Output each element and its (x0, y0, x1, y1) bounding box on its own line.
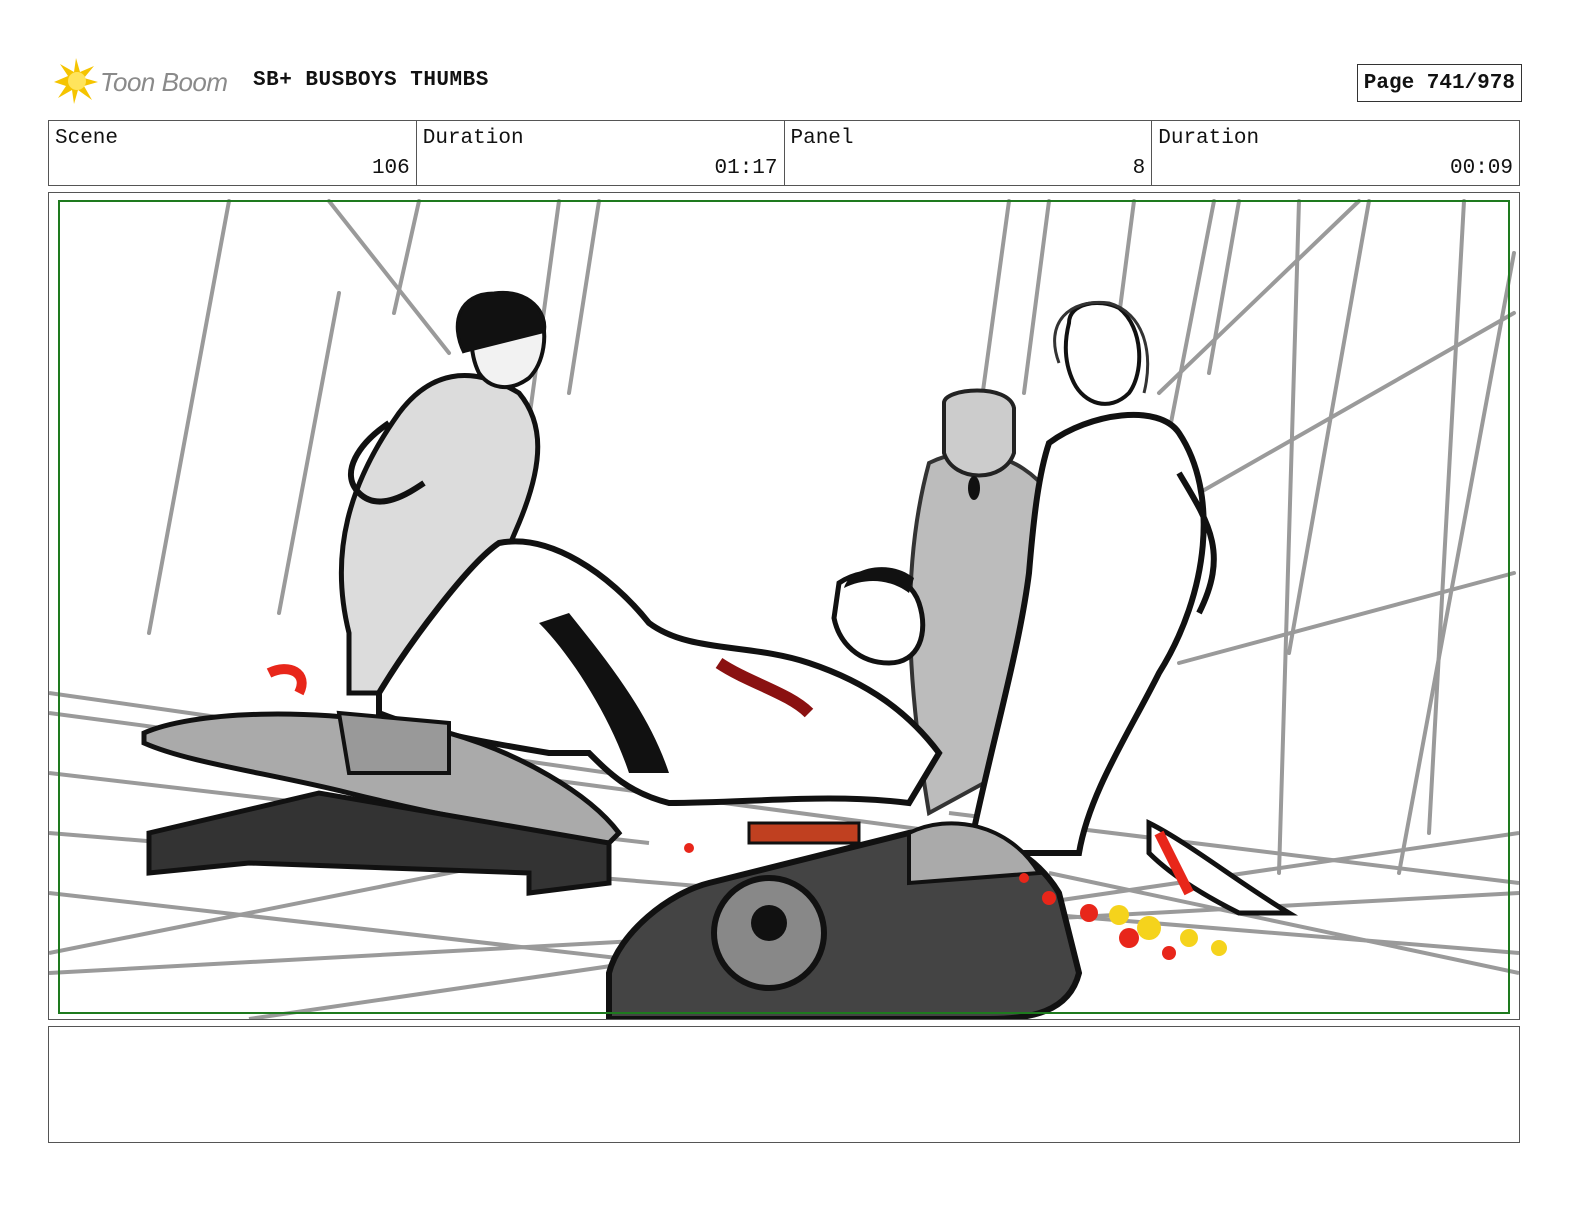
toon-boom-logo: Toon Boom (50, 56, 228, 108)
panel-sketch (49, 199, 1519, 1019)
panel-duration-cell: Duration 00:09 (1152, 121, 1519, 185)
logo-text: Toon Boom (100, 66, 228, 97)
scene-label: Scene (55, 127, 119, 150)
panel-cell: Panel 8 (785, 121, 1153, 185)
panel-value: 8 (1132, 157, 1146, 180)
scene-duration-value: 01:17 (714, 157, 778, 180)
panel-duration-label: Duration (1158, 127, 1260, 150)
project-title: SB+ BUSBOYS THUMBS (253, 69, 489, 92)
scene-duration-cell: Duration 01:17 (417, 121, 785, 185)
panel-label: Panel (790, 127, 854, 150)
scene-info-table: Scene 106 Duration 01:17 Panel 8 Duratio… (48, 120, 1520, 186)
scene-cell: Scene 106 (49, 121, 417, 185)
panel-notes-box (48, 1026, 1520, 1143)
scene-duration-label: Duration (422, 127, 524, 150)
page-header: Toon Boom SB+ BUSBOYS THUMBS Page 741/97… (50, 56, 1522, 108)
comet-logo-icon (54, 58, 98, 104)
panel-duration-value: 00:09 (1449, 157, 1513, 180)
storyboard-panel (48, 192, 1520, 1020)
foreground-gun (606, 821, 1083, 1019)
scene-value: 106 (371, 157, 410, 180)
page-number: Page 741/978 (1356, 64, 1522, 102)
